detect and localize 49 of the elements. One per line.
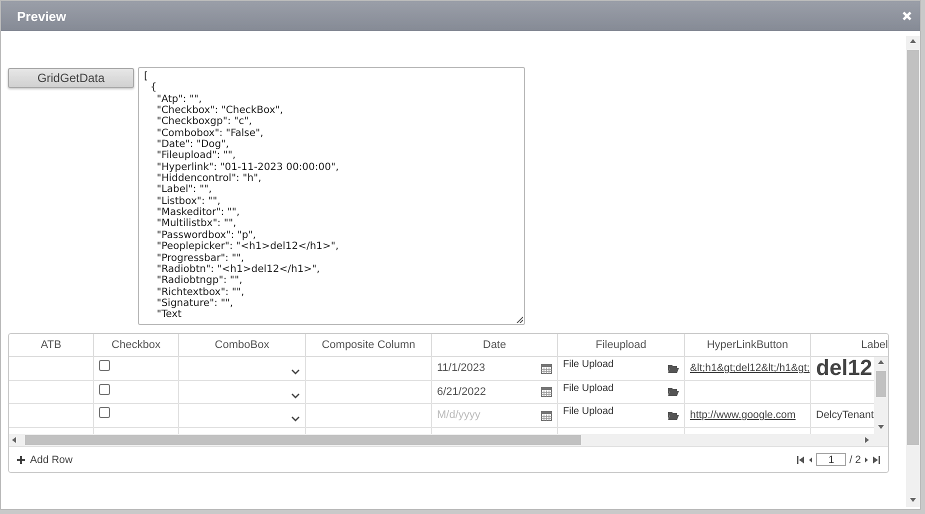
plus-icon [17, 456, 25, 464]
last-page-icon[interactable] [872, 456, 880, 464]
horizontal-scrollbar[interactable] [9, 434, 888, 446]
chevron-down-icon[interactable] [291, 416, 300, 422]
page-total: / 2 [849, 454, 861, 466]
first-page-icon[interactable] [797, 456, 806, 464]
date-field[interactable]: M/d/yyyy [437, 409, 517, 422]
scroll-up-icon[interactable] [909, 38, 917, 46]
column-header[interactable]: HyperLinkButton [685, 334, 811, 356]
file-upload-label: File Upload [563, 359, 614, 370]
column-header[interactable]: Checkbox [94, 334, 179, 356]
file-upload-label: File Upload [563, 406, 614, 417]
page-scrollbar[interactable] [906, 36, 920, 507]
resize-grip-icon[interactable] [516, 316, 523, 323]
grid-get-data-button[interactable]: GridGetData [8, 68, 134, 88]
add-row-button[interactable]: Add Row [17, 454, 73, 466]
column-header[interactable]: Fileupload [558, 334, 685, 356]
date-field[interactable]: 6/21/2022 [437, 386, 517, 398]
vertical-scrollbar[interactable] [874, 357, 888, 434]
calendar-icon[interactable] [541, 410, 552, 421]
row-checkbox[interactable] [99, 407, 110, 418]
file-upload-label: File Upload [563, 382, 614, 394]
chevron-down-icon[interactable] [291, 369, 300, 376]
hyperlink[interactable]: http://www.google.com [690, 409, 796, 422]
column-header[interactable]: ComboBox [179, 334, 306, 356]
row-checkbox[interactable] [99, 384, 110, 394]
column-header[interactable]: Date [432, 334, 558, 356]
row-checkbox[interactable] [99, 360, 110, 371]
page-number-field[interactable]: 1 [816, 453, 846, 466]
label-heading: del12 [816, 357, 872, 380]
next-page-icon[interactable] [864, 456, 869, 464]
hyperlink[interactable]: &lt;h1&gt;del12&lt;/h1&gt; [690, 362, 810, 374]
folder-icon[interactable] [668, 410, 679, 420]
close-icon[interactable] [902, 11, 912, 21]
column-header[interactable]: Composite Column [306, 334, 432, 356]
scroll-left-icon[interactable] [11, 436, 19, 444]
chevron-down-icon[interactable] [291, 392, 300, 399]
column-header[interactable]: ATB [9, 334, 94, 356]
column-header[interactable]: Label [811, 334, 890, 356]
window-title: Preview [17, 8, 66, 24]
folder-icon[interactable] [668, 364, 679, 373]
date-field[interactable]: 11/1/2023 [437, 362, 517, 374]
json-output-field[interactable]: [ { "Atp": "", "Checkbox": "CheckBox", "Checkboxgp": "c", "Combobox": "False", "Date": "Dog", "Fileupload": "", "Hyperlink": "01-11-2023 00:00:00", "Hiddencontrol": "h", "Label": "", "Listbox": "", "Maskeditor": "", "Multilistbx": "", "Passwordbox": "p", "Peoplepicker": "<h1>del12</h1>", "Progressbar": "", "Radiobtn": "<h1>del12</h1>", "Radiobtngp": "", "Richtextbox": "", "Signature": "", "Text [138, 67, 525, 325]
scroll-up-icon[interactable] [877, 359, 885, 367]
calendar-icon[interactable] [541, 362, 552, 374]
calendar-icon[interactable] [541, 386, 552, 398]
folder-icon[interactable] [668, 387, 679, 396]
label-text: DelcyTenant [816, 409, 874, 422]
previous-page-icon[interactable] [808, 456, 814, 464]
